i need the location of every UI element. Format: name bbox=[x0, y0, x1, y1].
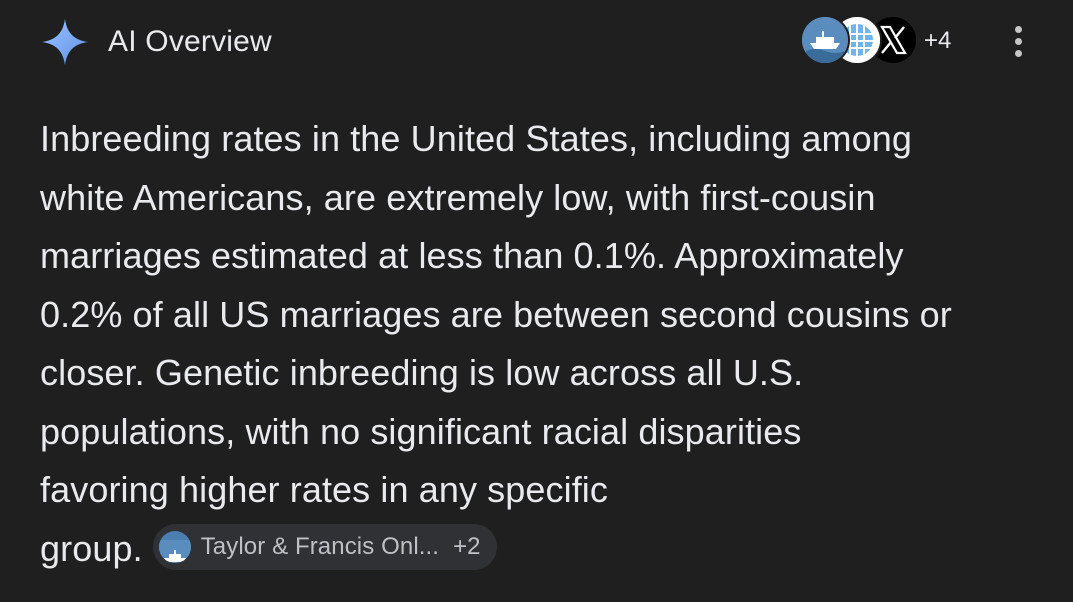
overview-line: 0.2% of all US marriages are between sec… bbox=[40, 293, 952, 335]
citation-chip[interactable]: Taylor & Francis Onl... +2 bbox=[152, 523, 497, 570]
overview-line: group. bbox=[40, 527, 143, 569]
more-sources-count[interactable]: +4 bbox=[924, 27, 951, 55]
overview-line: marriages estimated at less than 0.1%. A… bbox=[40, 235, 904, 276]
overview-line: closer. Genetic inbreeding is low across… bbox=[40, 352, 804, 393]
citation-source-label: Taylor & Francis Onl... bbox=[200, 532, 440, 560]
source-avatars[interactable]: +4 bbox=[800, 15, 970, 67]
overview-line: favoring higher rates in any specific bbox=[40, 469, 608, 510]
overview-line: Inbreeding rates in the United States, i… bbox=[40, 118, 912, 159]
ai-overview-header: AI Overview +4 bbox=[0, 0, 1073, 90]
ai-overview-title: AI Overview bbox=[108, 25, 272, 58]
gemini-sparkle-icon bbox=[42, 19, 88, 65]
ai-overview-text: Inbreeding rates in the United States, i… bbox=[40, 110, 1050, 578]
overview-line: white Americans, are extremely low, with… bbox=[40, 176, 876, 218]
overview-last-line: group. Taylor & Francis Onl... +2 bbox=[40, 520, 1050, 579]
overview-line: populations, with no significant racial … bbox=[40, 410, 802, 452]
taylor-francis-ship-icon bbox=[158, 530, 191, 563]
more-vert-icon[interactable] bbox=[1006, 26, 1030, 62]
taylor-francis-ship-icon[interactable] bbox=[800, 15, 850, 65]
citation-more-count: +2 bbox=[453, 532, 481, 560]
